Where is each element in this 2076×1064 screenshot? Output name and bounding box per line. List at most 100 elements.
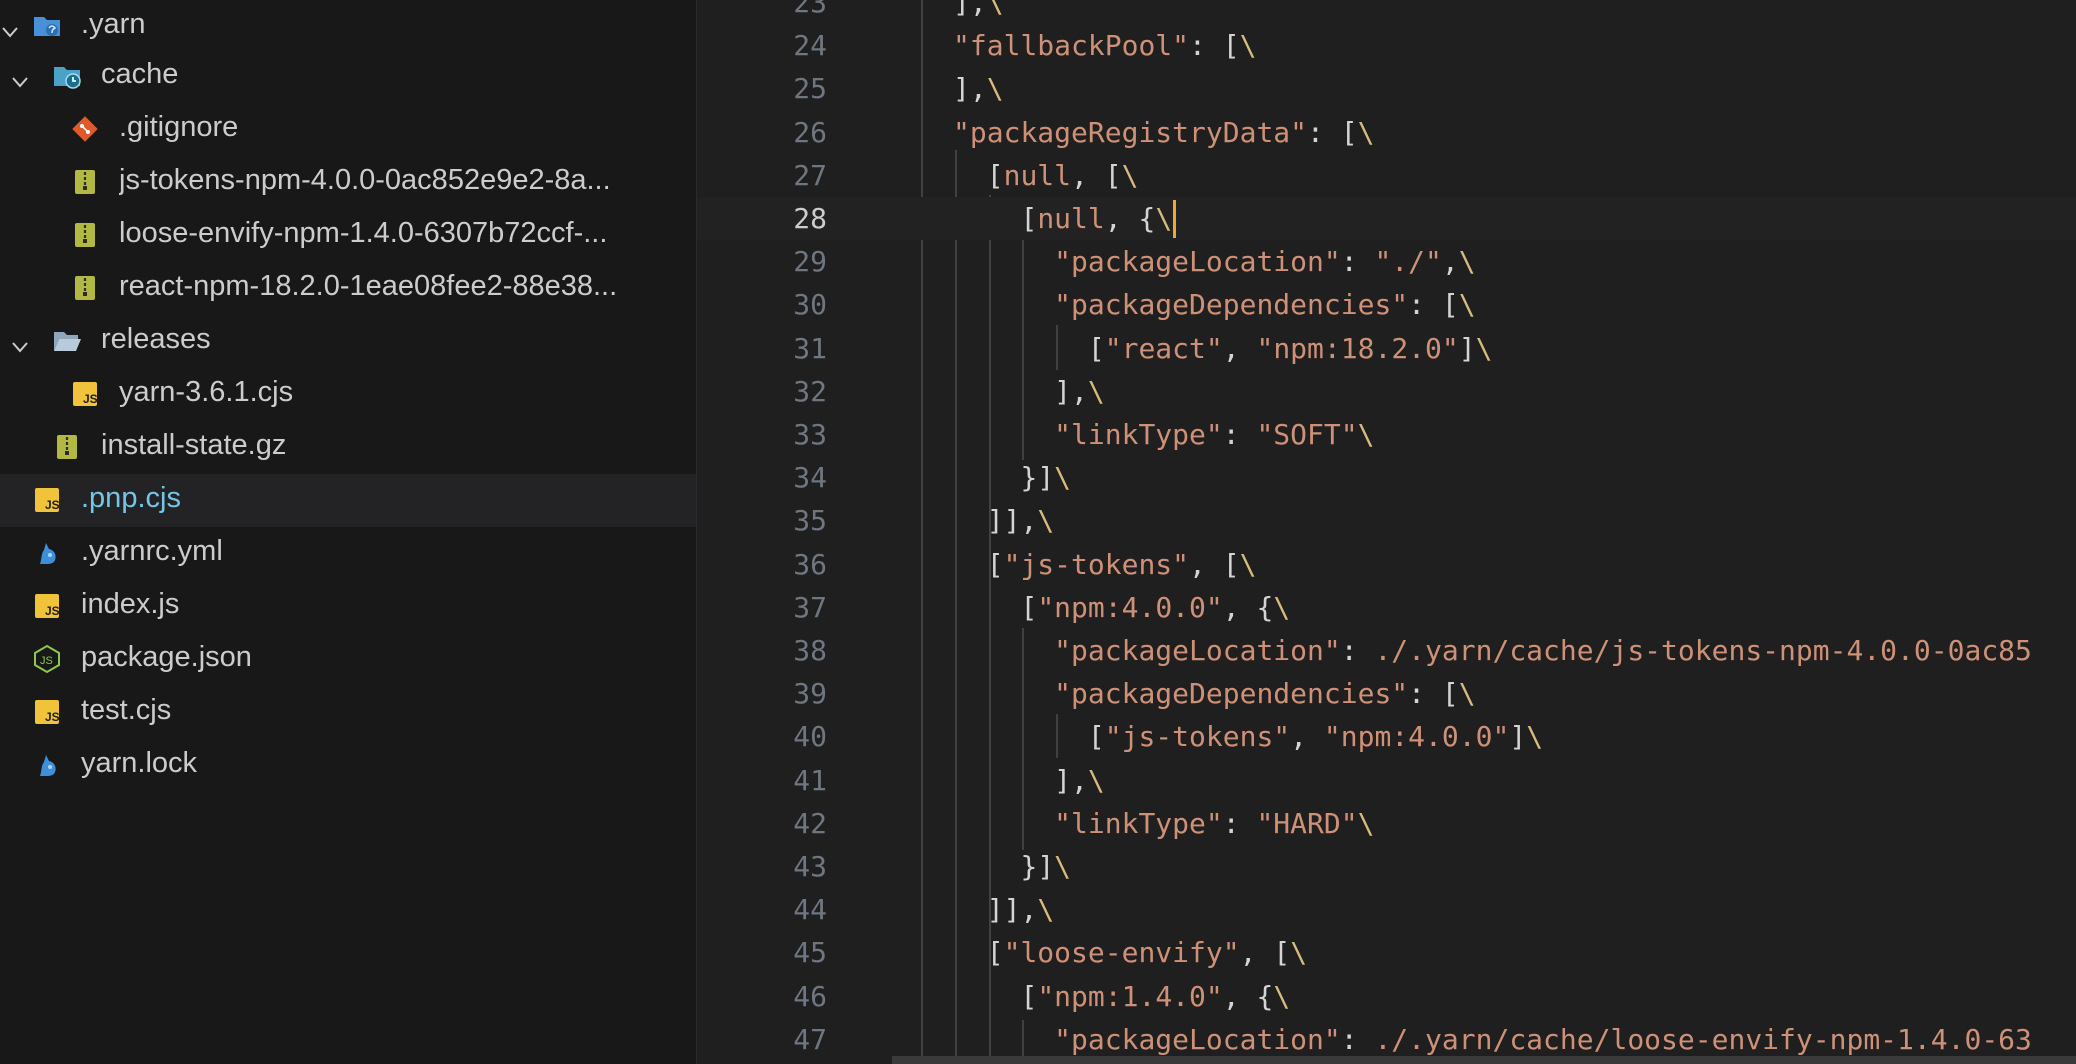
line-number: 24 xyxy=(793,29,827,63)
code-text: ]],\ xyxy=(986,893,1055,927)
explorer-item[interactable]: yarn.lock xyxy=(0,739,696,792)
code-line[interactable]: 34 }]\ xyxy=(697,456,2076,499)
code-line[interactable]: 24 "fallbackPool": [\ xyxy=(697,24,2076,67)
explorer-item[interactable]: JS yarn-3.6.1.cjs xyxy=(0,368,696,421)
git-icon xyxy=(70,114,100,144)
chevron-down-icon[interactable] xyxy=(10,332,30,353)
code-text: ],\ xyxy=(1054,374,1105,408)
explorer-item-label: yarn-3.6.1.cjs xyxy=(119,376,294,408)
line-number: 29 xyxy=(793,245,827,279)
explorer-item-label: .pnp.cjs xyxy=(81,482,181,514)
js-file-icon: JS xyxy=(32,485,62,515)
line-number: 35 xyxy=(793,504,827,538)
chevron-down-icon[interactable] xyxy=(0,17,20,38)
explorer-item[interactable]: JS package.json xyxy=(0,633,696,686)
code-line[interactable]: 38 "packageLocation": ./.yarn/cache/js-t… xyxy=(697,629,2076,672)
code-line[interactable]: 44 ]],\ xyxy=(697,888,2076,931)
line-number: 36 xyxy=(793,547,827,581)
code-text: [null, [\ xyxy=(986,158,1139,192)
code-line[interactable]: 31 ["react", "npm:18.2.0"]\ xyxy=(697,327,2076,370)
explorer-item-label: package.json xyxy=(81,641,252,673)
code-text: "packageRegistryData": [\ xyxy=(953,115,1375,149)
code-line[interactable]: 45 ["loose-envify", [\ xyxy=(697,931,2076,974)
code-line[interactable]: 32 ],\ xyxy=(697,370,2076,413)
code-line[interactable]: 46 ["npm:1.4.0", {\ xyxy=(697,975,2076,1018)
explorer-item[interactable]: .yarn xyxy=(0,0,696,53)
code-line[interactable]: 43 }]\ xyxy=(697,845,2076,888)
explorer-item[interactable]: JS index.js xyxy=(0,580,696,633)
code-text: }]\ xyxy=(1020,850,1072,883)
code-text: ["react", "npm:18.2.0"]\ xyxy=(1087,331,1493,365)
code-text: "packageLocation": "./",\ xyxy=(1054,245,1476,279)
text-cursor xyxy=(1173,200,1177,238)
code-line[interactable]: 30 "packageDependencies": [\ xyxy=(697,283,2076,326)
code-line[interactable]: 25 ],\ xyxy=(697,67,2076,110)
code-text: ["loose-envify", [\ xyxy=(986,936,1308,970)
js-file-icon: JS xyxy=(32,591,62,621)
explorer-item-label: .gitignore xyxy=(119,111,239,143)
explorer-item[interactable]: loose-envify-npm-1.4.0-6307b72ccf-... xyxy=(0,209,696,262)
code-line[interactable]: 23 ],\ xyxy=(697,0,2076,24)
code-line[interactable]: 42 "linkType": "HARD"\ xyxy=(697,802,2076,845)
explorer-item[interactable]: JS test.cjs xyxy=(0,686,696,739)
explorer-item-label: install-state.gz xyxy=(101,429,287,461)
explorer-item-label: yarn.lock xyxy=(81,747,198,779)
code-line[interactable]: 29 "packageLocation": "./",\ xyxy=(697,240,2076,283)
line-number: 31 xyxy=(793,331,827,365)
code-line[interactable]: 26 "packageRegistryData": [\ xyxy=(697,111,2076,154)
zip-file-icon xyxy=(70,167,100,197)
code-line[interactable]: 28 [null, {\ xyxy=(697,197,2076,240)
code-line[interactable]: 36 ["js-tokens", [\ xyxy=(697,543,2076,586)
code-line[interactable]: 41 ],\ xyxy=(697,759,2076,802)
code-text: ["npm:4.0.0", {\ xyxy=(1020,590,1291,624)
explorer-item[interactable]: install-state.gz xyxy=(0,421,696,474)
explorer-item[interactable]: .yarnrc.yml xyxy=(0,527,696,580)
code-text: "packageLocation": ./.yarn/cache/js-toke… xyxy=(1054,634,2032,667)
code-line[interactable]: 35 ]],\ xyxy=(697,499,2076,542)
explorer-item[interactable]: js-tokens-npm-4.0.0-0ac852e9e2-8a... xyxy=(0,156,696,209)
explorer-item[interactable]: cache xyxy=(0,50,696,103)
code-text: "packageDependencies": [\ xyxy=(1054,677,1476,711)
line-number: 34 xyxy=(793,461,827,495)
code-text: ]],\ xyxy=(986,504,1055,538)
code-text: "packageLocation": ./.yarn/cache/loose-e… xyxy=(1054,1022,2032,1056)
explorer-item[interactable]: .gitignore xyxy=(0,103,696,156)
line-number: 33 xyxy=(793,418,827,451)
explorer-item-label: releases xyxy=(101,323,211,355)
explorer-item-label: js-tokens-npm-4.0.0-0ac852e9e2-8a... xyxy=(119,164,611,196)
yarn-icon xyxy=(32,750,62,780)
code-text: ["js-tokens", [\ xyxy=(986,547,1257,581)
explorer-item[interactable]: react-npm-18.2.0-1eae08fee2-88e38... xyxy=(0,262,696,315)
chevron-down-icon[interactable] xyxy=(10,67,30,88)
line-number: 25 xyxy=(793,72,827,106)
explorer-item-label: .yarnrc.yml xyxy=(81,535,223,567)
explorer-item[interactable]: JS .pnp.cjs xyxy=(0,474,696,527)
line-number: 42 xyxy=(793,806,827,840)
code-text: ],\ xyxy=(953,72,1004,106)
code-line[interactable]: 39 "packageDependencies": [\ xyxy=(697,672,2076,715)
code-line[interactable]: 27 [null, [\ xyxy=(697,154,2076,197)
code-line[interactable]: 37 ["npm:4.0.0", {\ xyxy=(697,586,2076,629)
zip-file-icon xyxy=(70,220,100,250)
code-line[interactable]: 33 "linkType": "SOFT"\ xyxy=(697,413,2076,456)
code-text: ["js-tokens", "npm:4.0.0"]\ xyxy=(1087,720,1544,754)
code-text: }]\ xyxy=(1020,461,1072,495)
explorer-item-label: test.cjs xyxy=(81,694,172,726)
code-editor[interactable]: 23 ],\ 24 "fallbackPool": [\ 25 ],\ 26 "pac… xyxy=(697,0,2076,1064)
explorer-item-label: .yarn xyxy=(81,8,146,40)
nodejs-icon: JS xyxy=(32,644,62,674)
svg-text:JS: JS xyxy=(45,604,60,618)
code-text: [null, {\ xyxy=(1020,202,1173,235)
zip-file-icon xyxy=(52,432,82,462)
code-line[interactable]: 47 "packageLocation": ./.yarn/cache/loos… xyxy=(697,1018,2076,1061)
code-text: "packageDependencies": [\ xyxy=(1054,288,1476,322)
code-line[interactable]: 40 ["js-tokens", "npm:4.0.0"]\ xyxy=(697,715,2076,758)
svg-text:JS: JS xyxy=(45,498,60,512)
code-text: "fallbackPool": [\ xyxy=(953,29,1257,63)
explorer-item[interactable]: releases xyxy=(0,315,696,368)
line-number: 30 xyxy=(793,288,827,322)
explorer-item-label: index.js xyxy=(81,588,180,620)
line-number: 47 xyxy=(793,1022,827,1056)
line-number: 43 xyxy=(793,850,827,883)
svg-text:JS: JS xyxy=(45,710,60,724)
